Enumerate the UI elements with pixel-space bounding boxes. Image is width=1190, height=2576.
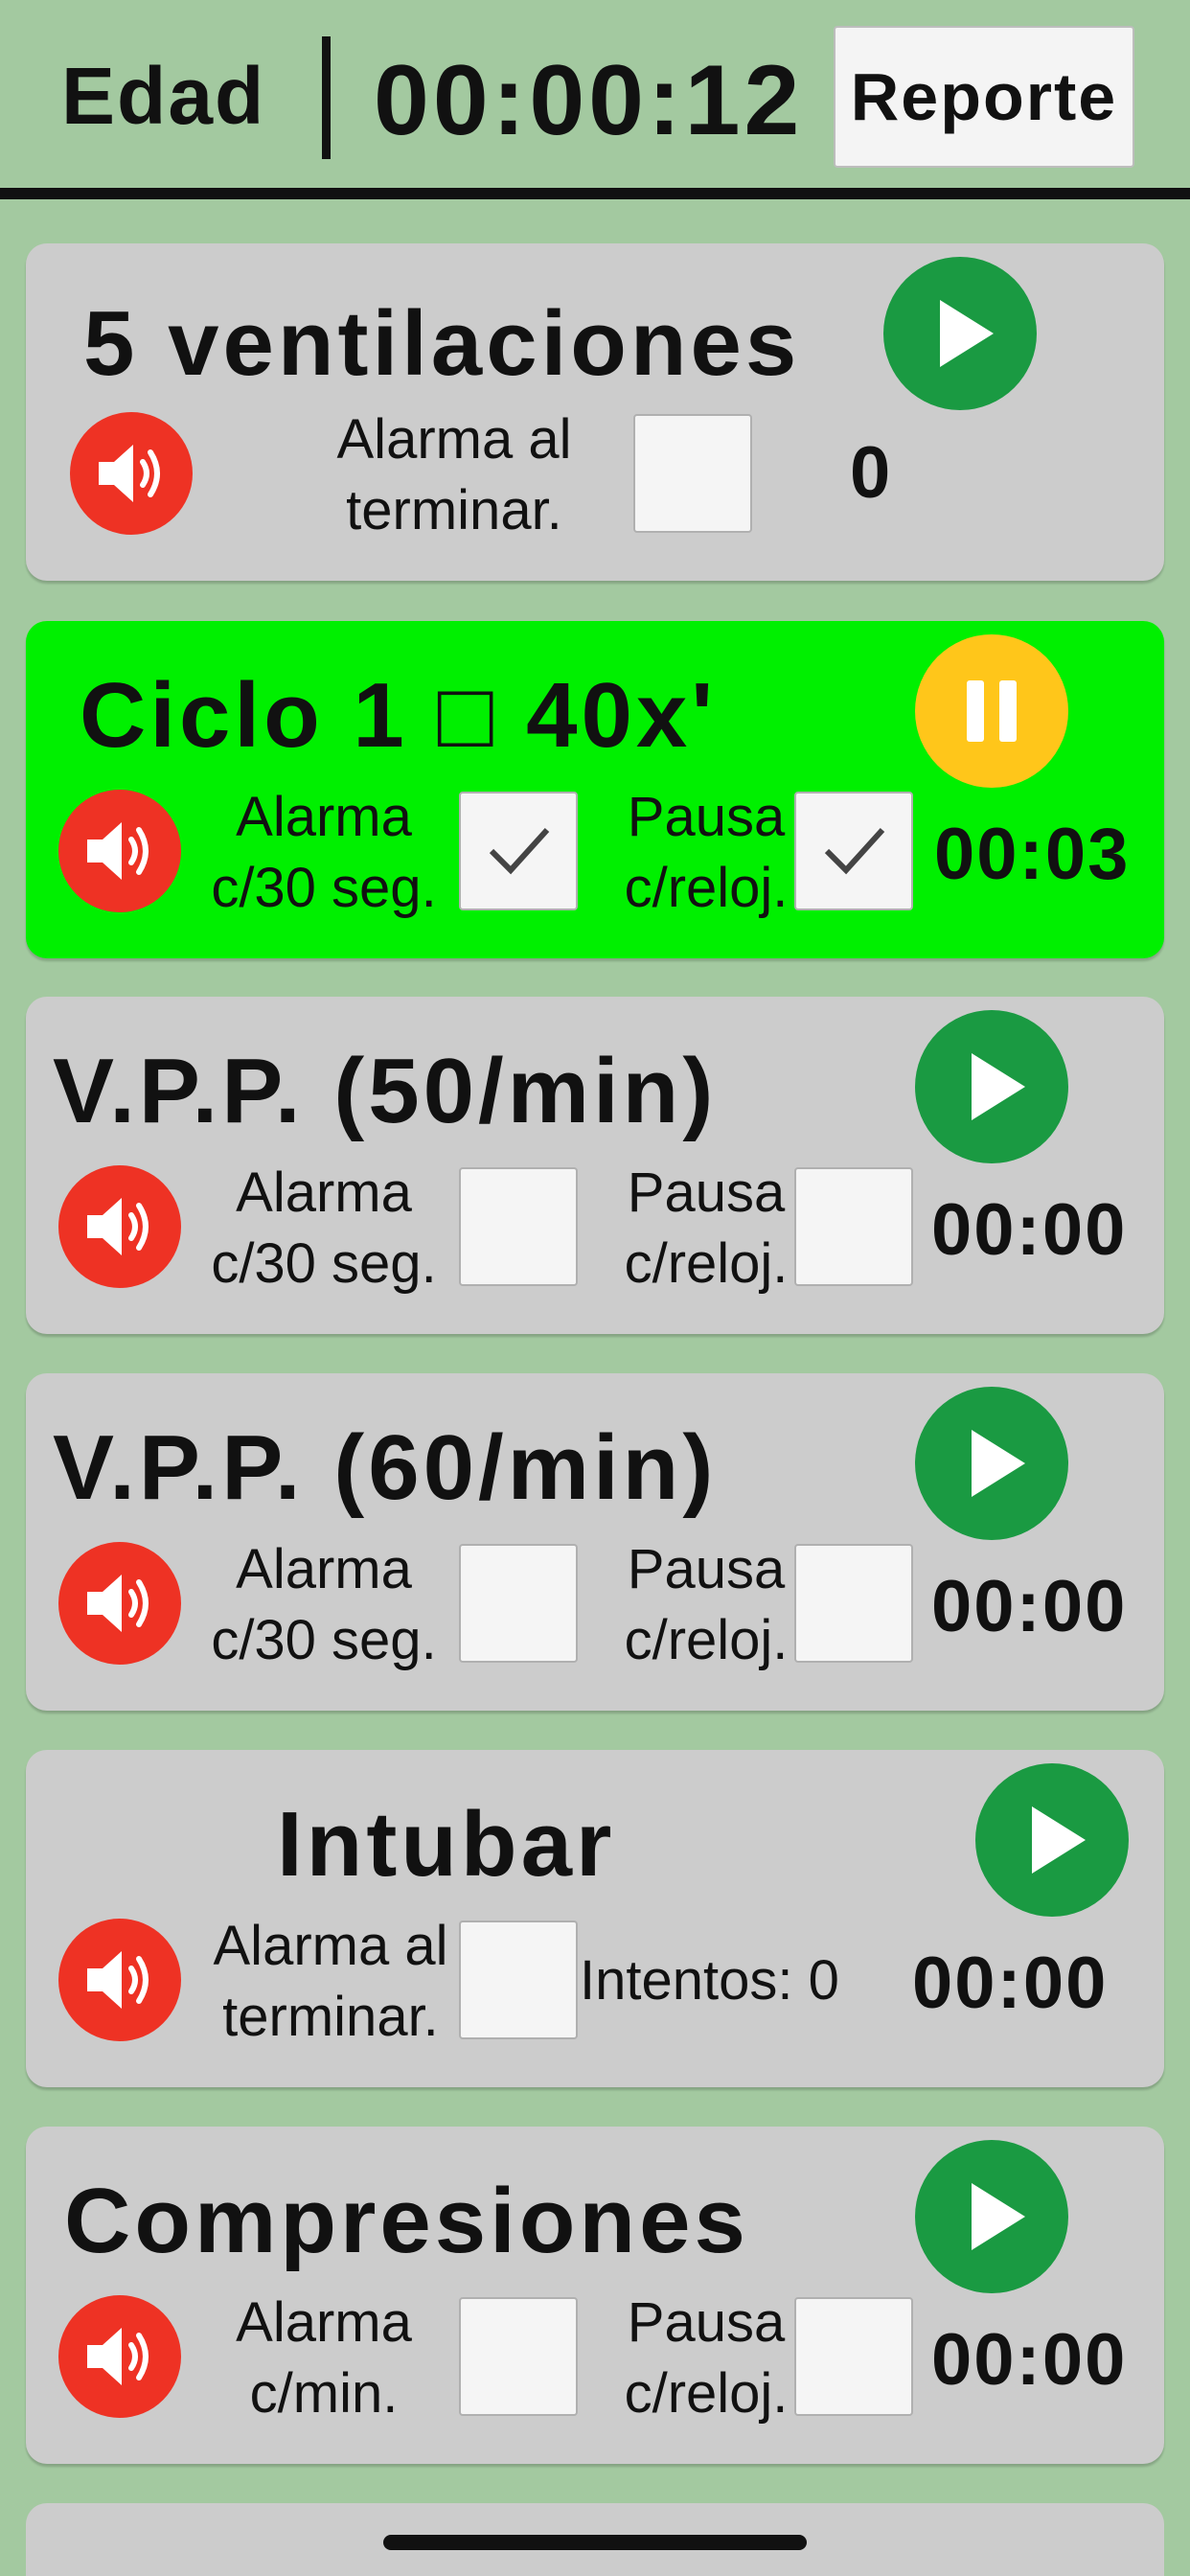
count-value: 0 [850, 432, 893, 514]
pause-checkbox[interactable] [794, 792, 913, 910]
speaker-icon [87, 822, 149, 880]
alarm-label: Alarma al terminar. [213, 1915, 448, 2048]
sound-toggle-button[interactable] [58, 1919, 181, 2041]
checkmark-icon [824, 827, 885, 875]
card-vpp-60: V.P.P. (60/min) Alarma c/30 seg. Pausa c/r… [26, 1373, 1164, 1711]
play-icon [940, 300, 994, 367]
alarm-label: Alarma c/30 seg. [211, 1162, 437, 1295]
play-icon [1032, 1806, 1086, 1874]
timer-value: 00:00 [931, 1189, 1128, 1271]
speaker-icon [87, 1198, 149, 1255]
speaker-icon [99, 445, 160, 502]
card-title: Intubar [277, 1793, 616, 1896]
alarm-label: Alarma c/30 seg. [211, 786, 437, 919]
alarm-label: Alarma al terminar. [336, 408, 572, 541]
play-button[interactable] [883, 257, 1037, 410]
sound-toggle-button[interactable] [70, 412, 193, 535]
card-title: Ciclo 1 □ 40x' [80, 664, 718, 767]
sound-toggle-button[interactable] [58, 790, 181, 912]
age-label: Edad [61, 51, 266, 141]
alarm-label: Alarma c/30 seg. [211, 1538, 437, 1671]
header-divider [322, 36, 331, 159]
pause-label: Pausa c/reloj. [624, 1162, 789, 1295]
timer-value: 00:00 [931, 2319, 1128, 2401]
alarm-checkbox[interactable] [633, 414, 752, 533]
alarm-checkbox[interactable] [459, 792, 578, 910]
speaker-icon [87, 2328, 149, 2385]
pause-checkbox[interactable] [794, 1544, 913, 1663]
timer-value: 00:00 [931, 1566, 1128, 1647]
top-bar: Edad 00:00:12 Reporte [0, 0, 1190, 190]
card-ciclo-1: Ciclo 1 □ 40x' Alarma c/30 seg. Pausa c/re… [26, 621, 1164, 958]
card-compresiones: Compresiones Alarma c/min. Pausa c/reloj. … [26, 2127, 1164, 2464]
play-button[interactable] [915, 2140, 1068, 2293]
alarm-checkbox[interactable] [459, 2297, 578, 2416]
alarm-checkbox[interactable] [459, 1167, 578, 1286]
card-vpp-50: V.P.P. (50/min) Alarma c/30 seg. Pausa c/r… [26, 997, 1164, 1334]
pause-icon [967, 680, 1017, 742]
play-icon [972, 1053, 1025, 1120]
pause-checkbox[interactable] [794, 2297, 913, 2416]
speaker-icon [87, 1575, 149, 1632]
alarm-checkbox[interactable] [459, 1544, 578, 1663]
pause-checkbox[interactable] [794, 1167, 913, 1286]
elapsed-timer: 00:00:12 [374, 45, 804, 156]
card-title: 5 ventilaciones [83, 292, 801, 395]
pause-button[interactable] [915, 634, 1068, 788]
sound-toggle-button[interactable] [58, 2295, 181, 2418]
card-intubar: Intubar Alarma al terminar. Intentos: 0 0… [26, 1750, 1164, 2087]
play-button[interactable] [975, 1763, 1129, 1917]
card-title: V.P.P. (50/min) [53, 1040, 718, 1142]
card-ventilaciones: 5 ventilaciones Alarma al terminar. 0 [26, 243, 1164, 581]
play-button[interactable] [915, 1387, 1068, 1540]
header-underline [0, 188, 1190, 199]
home-indicator[interactable] [383, 2535, 807, 2550]
timer-value: 00:00 [912, 1943, 1109, 2024]
play-button[interactable] [915, 1010, 1068, 1163]
play-icon [972, 1430, 1025, 1497]
speaker-icon [87, 1951, 149, 2009]
pause-label: Pausa c/reloj. [624, 786, 789, 919]
attempts-counter: Intentos: 0 [580, 1949, 839, 2012]
alarm-label: Alarma c/min. [236, 2291, 412, 2425]
report-button[interactable]: Reporte [834, 26, 1134, 168]
sound-toggle-button[interactable] [58, 1542, 181, 1665]
pause-label: Pausa c/reloj. [624, 1538, 789, 1671]
card-title: V.P.P. (60/min) [53, 1416, 718, 1519]
alarm-checkbox[interactable] [459, 1920, 578, 2039]
play-icon [972, 2183, 1025, 2250]
checkmark-icon [489, 827, 550, 875]
pause-label: Pausa c/reloj. [624, 2291, 789, 2425]
card-title: Compresiones [64, 2170, 749, 2272]
timer-value: 00:03 [934, 814, 1131, 895]
sound-toggle-button[interactable] [58, 1165, 181, 1288]
